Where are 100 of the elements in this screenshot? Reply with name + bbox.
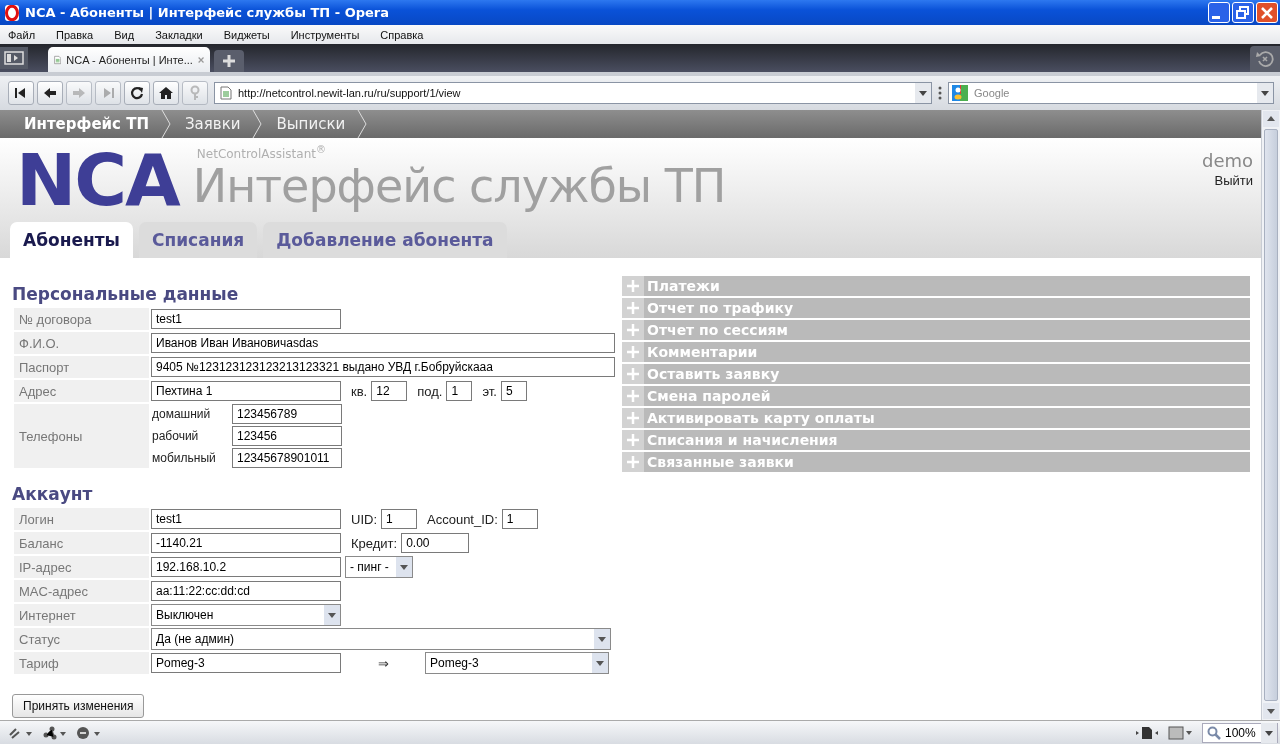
menu-item[interactable]: Правка xyxy=(56,28,94,41)
dropdown-caret-icon xyxy=(324,605,340,625)
input-field[interactable]: 1 xyxy=(381,509,417,529)
input-field[interactable]: aa:11:22:cc:dd:cd xyxy=(151,581,341,601)
input-field[interactable]: 12345678901011 xyxy=(232,448,342,468)
chevron-icon xyxy=(161,110,171,138)
plus-icon xyxy=(222,54,236,68)
input-field[interactable]: Иванов Иван Ивановичаsdas xyxy=(151,333,615,353)
scrollbar[interactable] xyxy=(1261,110,1280,720)
tab[interactable]: Абоненты xyxy=(10,222,133,258)
input-field[interactable]: Pomeg-3 xyxy=(151,653,341,673)
select-field[interactable]: Выключен xyxy=(151,604,341,626)
search-field[interactable]: Google xyxy=(948,82,1274,104)
restore-button[interactable] xyxy=(1232,2,1254,23)
apply-changes-button[interactable]: Принять изменения xyxy=(12,694,145,718)
grip-icon[interactable] xyxy=(938,85,942,101)
dropdown-caret-icon xyxy=(594,629,610,649)
field-label: Интернет xyxy=(14,604,149,626)
dropdown-caret-icon[interactable] xyxy=(1257,83,1273,103)
input-field[interactable]: 1 xyxy=(446,381,473,401)
address-field[interactable]: http://netcontrol.newit-lan.ru/ru/support/1/view xyxy=(214,82,932,104)
image-icon[interactable] xyxy=(1168,725,1194,740)
tab[interactable]: Добавление абонента xyxy=(263,222,507,258)
browser-tab[interactable]: NCA - Абоненты | Инте... xyxy=(48,47,210,72)
input-field[interactable]: 1 xyxy=(501,509,538,529)
undo-close-icon xyxy=(1255,49,1275,69)
input-field[interactable]: 9405 №123123123123213123321 выдано УВД г.Бобруйскааа xyxy=(151,357,615,377)
field-caption: Кредит: xyxy=(351,535,398,551)
arrow-sign: ⇒ xyxy=(376,655,390,671)
select-field[interactable]: - пинг - xyxy=(345,556,413,578)
scroll-thumb[interactable] xyxy=(1264,129,1278,701)
select-field[interactable]: Да (не админ) xyxy=(151,628,611,650)
dropdown-caret-icon[interactable] xyxy=(915,83,931,103)
scroll-up-icon[interactable] xyxy=(1263,111,1279,127)
back-arrow-icon xyxy=(42,85,58,101)
field-label: Телефоны xyxy=(14,404,149,468)
network-icon[interactable] xyxy=(42,725,68,740)
menu-item[interactable]: Виджеты xyxy=(223,28,270,41)
brand-name: NetControlAssistant$^{®}$ xyxy=(196,144,327,161)
field-label: MAC-адрес xyxy=(14,580,149,602)
field-caption: UID: xyxy=(351,511,377,527)
phone-type-label: рабочий xyxy=(151,429,200,443)
rewind-button[interactable] xyxy=(8,81,34,105)
field-label: № договора xyxy=(14,308,149,330)
phone-type-label: мобильный xyxy=(151,451,217,465)
breadcrumb-link[interactable]: Выписки xyxy=(262,110,368,138)
minimize-icon xyxy=(1212,16,1220,19)
input-field[interactable]: -1140.21 xyxy=(151,533,341,553)
logout-link[interactable]: Выйти xyxy=(1214,173,1253,188)
chevron-icon xyxy=(357,110,368,138)
field-caption: под. xyxy=(417,383,443,399)
field-label: Статус xyxy=(14,628,149,650)
menu-item[interactable]: Справка xyxy=(380,28,424,41)
field-caption: эт. xyxy=(482,383,497,399)
input-field[interactable]: test1 xyxy=(151,309,341,329)
field-label: Адрес xyxy=(14,380,149,402)
menu-item[interactable]: Вид xyxy=(114,28,135,41)
document-icon[interactable] xyxy=(1134,725,1160,740)
home-button[interactable] xyxy=(153,81,179,105)
back-button[interactable] xyxy=(37,81,63,105)
input-field[interactable]: 123456 xyxy=(232,426,342,446)
input-field[interactable]: 0.00 xyxy=(401,533,470,553)
panel-toggle-button[interactable] xyxy=(0,47,28,69)
field-label: Логин xyxy=(14,508,149,530)
sync-icon[interactable] xyxy=(8,725,34,740)
user-name: demo xyxy=(1201,150,1253,171)
page-title: Интерфейс службы ТП xyxy=(192,161,726,211)
close-button[interactable] xyxy=(1256,2,1278,23)
input-field[interactable]: 12 xyxy=(371,381,408,401)
page-icon xyxy=(220,86,232,100)
browser-logo-icon xyxy=(5,4,19,21)
input-field[interactable]: 5 xyxy=(500,381,527,401)
select-field[interactable]: Pomeg-3 xyxy=(425,652,609,674)
window-title: NCA - Абоненты | Интерфейс службы ТП - Opera xyxy=(25,5,389,20)
new-tab-button[interactable] xyxy=(214,50,244,72)
phone-type-label: домашний xyxy=(151,407,212,421)
scroll-down-icon[interactable] xyxy=(1263,703,1279,719)
menu-item[interactable]: Файл xyxy=(8,28,36,41)
tab[interactable]: Списания xyxy=(138,222,258,258)
menu-item[interactable]: Инструменты xyxy=(290,28,360,41)
closed-tabs-button[interactable] xyxy=(1250,46,1280,72)
home-icon xyxy=(158,85,174,101)
input-field[interactable]: 192.168.10.2 xyxy=(151,557,341,577)
input-field[interactable]: test1 xyxy=(151,509,341,529)
menu-item[interactable]: Закладки xyxy=(155,28,203,41)
minimize-button[interactable] xyxy=(1208,2,1230,23)
search-engine-icon xyxy=(952,85,968,101)
input-field[interactable]: 123456789 xyxy=(232,404,342,424)
field-label: Паспорт xyxy=(14,356,149,378)
field-label: IP-адрес xyxy=(14,556,149,578)
reload-button[interactable] xyxy=(124,81,150,105)
dropdown-caret-icon[interactable] xyxy=(1261,722,1277,743)
breadcrumb-link[interactable]: Заявки xyxy=(171,110,263,138)
logo: NCA xyxy=(16,142,179,218)
input-field[interactable]: Пехтина 1 xyxy=(151,381,341,401)
dropdown-caret-icon xyxy=(396,557,412,577)
forward-arrow-icon xyxy=(71,85,87,101)
breadcrumb-link[interactable]: Интерфейс ТП xyxy=(10,110,171,138)
zoom-field[interactable]: 100% xyxy=(1202,722,1278,743)
speed-dial-icon[interactable] xyxy=(76,725,102,740)
